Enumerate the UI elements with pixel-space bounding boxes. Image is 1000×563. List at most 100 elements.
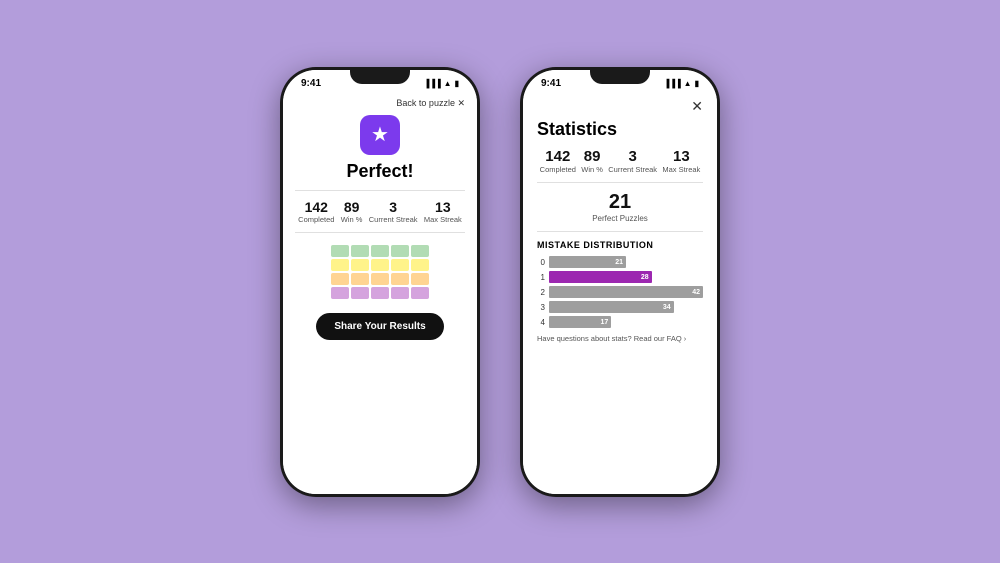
tile bbox=[351, 245, 369, 257]
signal-icon-1: ▐▐▐ bbox=[424, 79, 441, 88]
perfect-puzzles-label: Perfect Puzzles bbox=[537, 214, 703, 223]
share-button[interactable]: Share Your Results bbox=[316, 313, 443, 340]
tile bbox=[351, 273, 369, 285]
wifi-icon-2: ▲ bbox=[684, 79, 692, 88]
stat-item: 13Max Streak bbox=[662, 148, 700, 175]
tile bbox=[371, 245, 389, 257]
perfect-puzzles-number: 21 bbox=[537, 191, 703, 214]
bar-fill: 42 bbox=[549, 286, 703, 298]
tile bbox=[371, 259, 389, 271]
close-button[interactable]: ✕ bbox=[691, 98, 703, 115]
notch-1 bbox=[350, 70, 410, 84]
mistake-distribution-title: MISTAKE DISTRIBUTION bbox=[537, 240, 703, 250]
divider-2 bbox=[295, 232, 465, 233]
stat-number: 89 bbox=[584, 148, 601, 165]
stat-item: 3Current Streak bbox=[608, 148, 657, 175]
bar-label: 0 bbox=[537, 258, 545, 267]
time-1: 9:41 bbox=[301, 78, 321, 89]
bar-outer: 21 bbox=[549, 256, 703, 268]
stat-number: 13 bbox=[673, 148, 690, 165]
battery-icon-2: ▮ bbox=[695, 79, 699, 88]
stat-label: Current Streak bbox=[608, 165, 657, 175]
stat-item: 142Completed bbox=[540, 148, 576, 175]
stat-item: 13Max Streak bbox=[424, 199, 462, 224]
tile bbox=[331, 259, 349, 271]
bar-value: 28 bbox=[641, 274, 649, 281]
bar-outer: 42 bbox=[549, 286, 703, 298]
bar-row: 4 17 bbox=[537, 316, 703, 328]
stat-number: 13 bbox=[435, 199, 451, 215]
phone2-content: ✕ Statistics 142Completed89Win %3Current… bbox=[523, 94, 717, 494]
bar-label: 2 bbox=[537, 288, 545, 297]
stat-label: Win % bbox=[341, 215, 363, 224]
status-bar-2: 9:41 ▐▐▐ ▲ ▮ bbox=[523, 70, 717, 94]
bar-row: 3 34 bbox=[537, 301, 703, 313]
stat-number: 142 bbox=[545, 148, 570, 165]
mistake-section: MISTAKE DISTRIBUTION 0 21 1 28 2 42 3 34 4 17 Hav… bbox=[537, 240, 703, 483]
stat-label: Max Streak bbox=[424, 215, 462, 224]
back-link[interactable]: Back to puzzle ✕ bbox=[295, 98, 465, 109]
phone2-header: ✕ bbox=[537, 98, 703, 115]
bar-label: 3 bbox=[537, 303, 545, 312]
stat-item: 142Completed bbox=[298, 199, 334, 224]
notch-2 bbox=[590, 70, 650, 84]
battery-icon-1: ▮ bbox=[455, 79, 459, 88]
bar-fill: 34 bbox=[549, 301, 674, 313]
bar-value: 17 bbox=[601, 319, 609, 326]
stat-item: 89Win % bbox=[581, 148, 603, 175]
star-icon-wrapper: ★ bbox=[360, 115, 400, 155]
phone-2: 9:41 ▐▐▐ ▲ ▮ ✕ Statistics 142Completed89… bbox=[520, 67, 720, 497]
stat-label: Win % bbox=[581, 165, 603, 175]
time-2: 9:41 bbox=[541, 78, 561, 89]
stat-label: Completed bbox=[540, 165, 576, 175]
star-icon: ★ bbox=[371, 122, 389, 147]
perfect-title: Perfect! bbox=[346, 161, 413, 182]
tile bbox=[391, 259, 409, 271]
tile bbox=[331, 273, 349, 285]
bar-outer: 34 bbox=[549, 301, 703, 313]
bar-fill: 21 bbox=[549, 256, 626, 268]
tile-row bbox=[331, 259, 429, 271]
stats-row-2: 142Completed89Win %3Current Streak13Max … bbox=[537, 148, 703, 184]
tile bbox=[331, 287, 349, 299]
stats-row-1: 142Completed89Win %3Current Streak13Max … bbox=[295, 199, 465, 224]
bars-container: 0 21 1 28 2 42 3 34 4 17 bbox=[537, 256, 703, 328]
stat-number: 142 bbox=[305, 199, 328, 215]
tile bbox=[411, 273, 429, 285]
stat-label: Current Streak bbox=[369, 215, 418, 224]
bar-value: 21 bbox=[615, 259, 623, 266]
bar-row: 2 42 bbox=[537, 286, 703, 298]
bar-label: 1 bbox=[537, 273, 545, 282]
divider-1 bbox=[295, 190, 465, 191]
bar-outer: 28 bbox=[549, 271, 703, 283]
tile-row bbox=[331, 245, 429, 257]
tile bbox=[331, 245, 349, 257]
tile bbox=[391, 245, 409, 257]
tile-row bbox=[331, 273, 429, 285]
tile-row bbox=[331, 287, 429, 299]
tile bbox=[351, 287, 369, 299]
bar-row: 1 28 bbox=[537, 271, 703, 283]
tile bbox=[391, 273, 409, 285]
stat-number: 89 bbox=[344, 199, 360, 215]
perfect-puzzles-section: 21 Perfect Puzzles bbox=[537, 191, 703, 232]
status-bar-1: 9:41 ▐▐▐ ▲ ▮ bbox=[283, 70, 477, 94]
stat-number: 3 bbox=[389, 199, 397, 215]
tiles-container bbox=[331, 245, 429, 299]
bar-value: 34 bbox=[663, 304, 671, 311]
stat-item: 3Current Streak bbox=[369, 199, 418, 224]
tile bbox=[351, 259, 369, 271]
tile bbox=[411, 287, 429, 299]
bar-fill: 28 bbox=[549, 271, 652, 283]
wifi-icon-1: ▲ bbox=[444, 79, 452, 88]
faq-text[interactable]: Have questions about stats? Read our FAQ… bbox=[537, 334, 703, 343]
tile bbox=[391, 287, 409, 299]
tile bbox=[411, 245, 429, 257]
bar-value: 42 bbox=[692, 289, 700, 296]
bar-fill: 17 bbox=[549, 316, 611, 328]
stat-number: 3 bbox=[628, 148, 636, 165]
phones-container: 9:41 ▐▐▐ ▲ ▮ Back to puzzle ✕ ★ Perfect!… bbox=[280, 67, 720, 497]
bar-label: 4 bbox=[537, 318, 545, 327]
bar-row: 0 21 bbox=[537, 256, 703, 268]
status-icons-2: ▐▐▐ ▲ ▮ bbox=[664, 79, 699, 88]
